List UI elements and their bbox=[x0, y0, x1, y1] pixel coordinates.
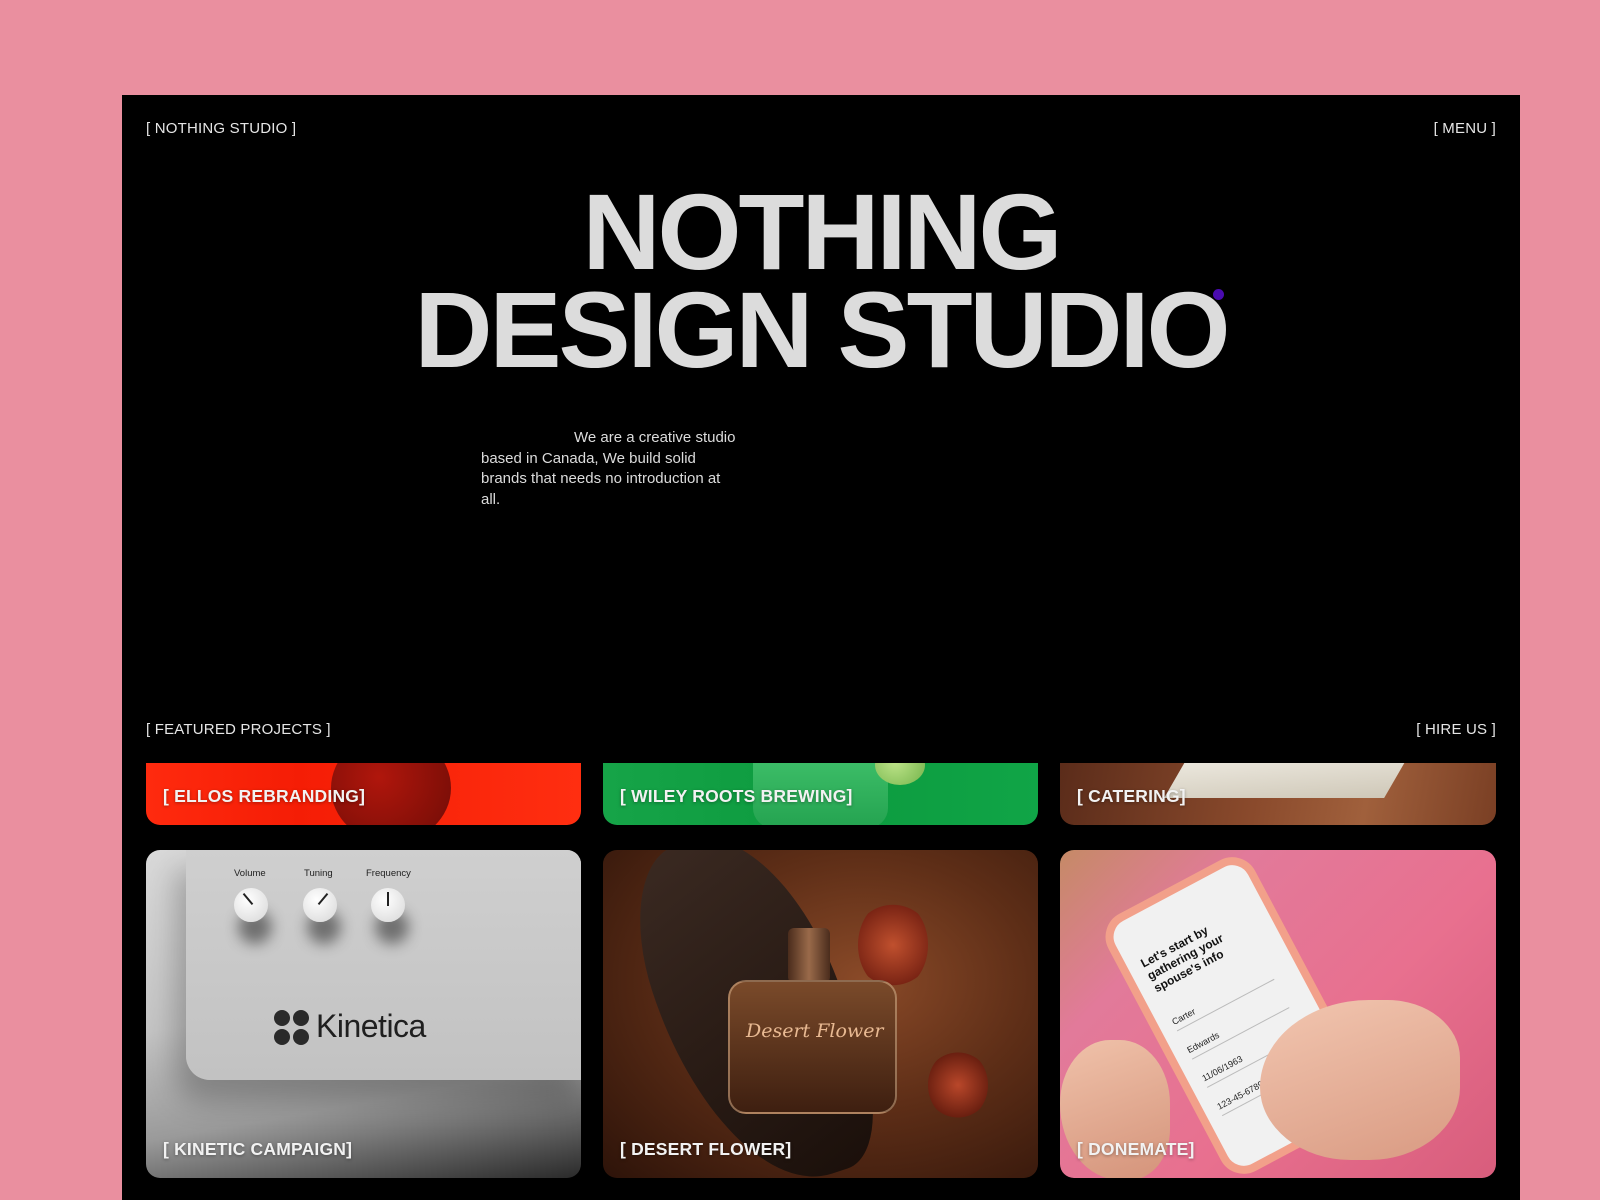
perfume-cap-image bbox=[788, 928, 830, 983]
cursor-dot bbox=[1213, 289, 1224, 300]
tuning-knob-icon bbox=[303, 888, 337, 922]
intro-text: We are a creative studio based in Canada… bbox=[481, 429, 736, 508]
project-card-catering[interactable]: [ CATERING] bbox=[1060, 763, 1496, 825]
knob-label-tuning: Tuning bbox=[304, 868, 333, 879]
phone-screen-title: Let's start by gathering your spouse's i… bbox=[1138, 923, 1226, 996]
featured-projects-label: [ FEATURED PROJECTS ] bbox=[146, 721, 331, 738]
hero-title: NOTHING DESIGN STUDIO bbox=[122, 171, 1520, 390]
hero-line-2: DESIGN STUDIO bbox=[414, 269, 1230, 390]
flower-image bbox=[928, 1050, 988, 1120]
menu-button[interactable]: [ MENU ] bbox=[1434, 120, 1496, 137]
perfume-script: Desert Flower bbox=[746, 1020, 884, 1042]
knob-label-frequency: Frequency bbox=[366, 868, 411, 879]
volume-knob-icon bbox=[234, 888, 268, 922]
project-label: [ CATERING] bbox=[1077, 786, 1186, 806]
frequency-knob-icon bbox=[371, 888, 405, 922]
project-card-ellos[interactable]: [ ELLOS REBRANDING] bbox=[146, 763, 581, 825]
site-frame: [ NOTHING STUDIO ] [ MENU ] NOTHING DESI… bbox=[122, 95, 1520, 1200]
project-label: [ DESERT FLOWER] bbox=[620, 1139, 792, 1159]
project-label: [ KINETIC CAMPAIGN] bbox=[163, 1139, 353, 1159]
phone-field-value: Carter bbox=[1170, 1006, 1198, 1027]
kinetica-device-image: Volume Tuning Frequency Kinetica bbox=[186, 850, 581, 1080]
project-label: [ WILEY ROOTS BREWING] bbox=[620, 786, 853, 806]
flower-image bbox=[858, 900, 928, 990]
kinetica-wordmark: Kinetica bbox=[316, 1008, 426, 1044]
project-label: [ DONEMATE] bbox=[1077, 1139, 1195, 1159]
project-card-kinetic[interactable]: Volume Tuning Frequency Kinetica [ KINET… bbox=[146, 850, 581, 1178]
kinetica-logo-icon bbox=[274, 1010, 310, 1046]
knob-label-volume: Volume bbox=[234, 868, 266, 879]
perfume-bottle-image bbox=[728, 980, 897, 1114]
hire-us-link[interactable]: [ HIRE US ] bbox=[1416, 721, 1496, 738]
hero-line-1: NOTHING bbox=[582, 171, 1063, 292]
project-card-wiley-roots[interactable]: [ WILEY ROOTS BREWING] bbox=[603, 763, 1038, 825]
project-card-donemate[interactable]: Let's start by gathering your spouse's i… bbox=[1060, 850, 1496, 1178]
brand-logo-link[interactable]: [ NOTHING STUDIO ] bbox=[146, 120, 296, 137]
catering-image bbox=[1164, 763, 1416, 798]
project-label: [ ELLOS REBRANDING] bbox=[163, 786, 366, 806]
project-card-desert-flower[interactable]: Desert Flower [ DESERT FLOWER] bbox=[603, 850, 1038, 1178]
